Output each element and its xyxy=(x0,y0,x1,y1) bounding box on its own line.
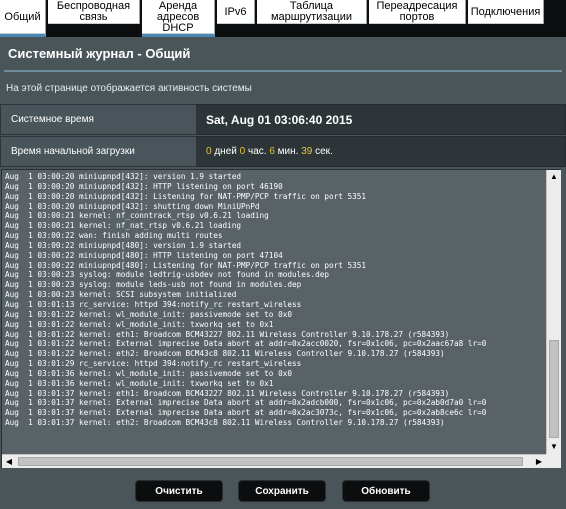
scroll-up-arrow-icon[interactable]: ▲ xyxy=(547,170,561,184)
scroll-left-arrow-icon[interactable]: ◀ xyxy=(2,455,16,468)
log-line: Aug 1 03:00:20 miniupnpd[432]: Listening… xyxy=(5,191,367,201)
log-line: Aug 1 03:00:23 syslog: module ledtrig-us… xyxy=(5,270,329,280)
system-time-value: Sat, Aug 01 03:06:40 2015 xyxy=(206,112,353,127)
scroll-down-arrow-icon[interactable]: ▼ xyxy=(547,440,561,454)
log-line: Aug 1 03:01:22 kernel: wl_module_init: t… xyxy=(5,319,274,329)
log-line: Aug 1 03:01:22 kernel: eth2: Broadcom BC… xyxy=(5,349,445,359)
tab-general[interactable]: Общий xyxy=(0,0,46,37)
page-description: На этой странице отображается активность… xyxy=(6,83,252,94)
tab-port-forwarding[interactable]: Переадресация портов xyxy=(369,0,466,24)
clear-button[interactable]: Очистить xyxy=(135,480,223,502)
uptime-label: Время начальной загрузки xyxy=(0,136,197,167)
log-line: Aug 1 03:00:20 miniupnpd[432]: version 1… xyxy=(5,172,242,181)
tab-wireless-label: Беспроводная связь xyxy=(56,0,131,23)
log-line: Aug 1 03:00:21 kernel: nf_conntrack_rtsp… xyxy=(5,211,269,221)
log-line: Aug 1 03:01:37 kernel: eth2: Broadcom BC… xyxy=(5,418,445,428)
uptime-row: Время начальной загрузки 0 дней 0 час. 6… xyxy=(0,136,566,167)
log-line: Aug 1 03:01:36 kernel: wl_module_init: p… xyxy=(5,368,292,378)
tab-ipv6[interactable]: IPv6 xyxy=(217,0,255,24)
uptime-seconds-unit: сек. xyxy=(315,146,333,157)
log-line: Aug 1 03:00:22 wan: finish adding multi … xyxy=(5,231,223,241)
uptime-minutes: 6 xyxy=(269,146,275,157)
horizontal-scrollbar[interactable]: ◀ ▶ xyxy=(2,454,546,468)
log-line: Aug 1 03:01:37 kernel: External imprecis… xyxy=(5,398,487,408)
scroll-right-arrow-icon[interactable]: ▶ xyxy=(532,455,546,468)
system-log-textarea[interactable]: Aug 1 03:00:20 miniupnpd[432]: version 1… xyxy=(1,169,561,468)
log-line: Aug 1 03:00:23 kernel: SCSI subsystem in… xyxy=(5,290,237,300)
uptime-minutes-unit: мин. xyxy=(277,146,299,157)
vertical-scroll-thumb[interactable] xyxy=(549,340,559,438)
uptime-hours: 0 xyxy=(239,146,246,157)
title-divider xyxy=(4,70,562,72)
log-line: Aug 1 03:00:22 miniupnpd[480]: HTTP list… xyxy=(5,250,283,260)
tab-ipv6-label: IPv6 xyxy=(224,5,247,18)
log-content[interactable]: Aug 1 03:00:20 miniupnpd[432]: version 1… xyxy=(5,172,542,452)
save-button[interactable]: Сохранить xyxy=(238,480,326,502)
log-line: Aug 1 03:01:29 rc_service: httpd 394:not… xyxy=(5,359,302,369)
log-line: Aug 1 03:00:20 miniupnpd[432]: HTTP list… xyxy=(5,181,283,191)
tab-connections[interactable]: Подключения xyxy=(468,0,544,24)
tab-dhcp-leases[interactable]: Аренда адресов DHCP xyxy=(142,0,215,37)
log-line: Aug 1 03:00:23 syslog: module leds-usb n… xyxy=(5,280,302,290)
log-line: Aug 1 03:01:22 kernel: External imprecis… xyxy=(5,339,487,349)
tab-general-label: Общий xyxy=(4,10,41,23)
log-line: Aug 1 03:01:22 kernel: wl_module_init: p… xyxy=(5,309,292,319)
refresh-button[interactable]: Обновить xyxy=(342,480,430,502)
tab-routing-table[interactable]: Таблица маршрутизации xyxy=(257,0,367,24)
tab-bar: Общий Беспроводная связь Аренда адресов … xyxy=(0,0,566,37)
log-line: Aug 1 03:01:13 rc_service: httpd 394:not… xyxy=(5,299,302,309)
log-line: Aug 1 03:00:21 kernel: nf_nat_rtsp v0.6.… xyxy=(5,221,242,231)
uptime-days: 0 xyxy=(206,146,212,157)
log-line: Aug 1 03:01:37 kernel: eth1: Broadcom BC… xyxy=(5,388,450,398)
log-line: Aug 1 03:01:37 kernel: External imprecis… xyxy=(5,408,487,418)
tab-routing-table-label: Таблица маршрутизации xyxy=(270,0,353,23)
log-line: Aug 1 03:01:22 kernel: eth1: Broadcom BC… xyxy=(5,329,450,339)
system-info-table: Системное время Sat, Aug 01 03:06:40 201… xyxy=(0,104,566,167)
vertical-scrollbar[interactable]: ▲ ▼ xyxy=(546,170,561,454)
uptime-days-unit: дней xyxy=(214,146,237,157)
system-time-label: Системное время xyxy=(0,104,197,135)
log-line: Aug 1 03:00:22 miniupnpd[480]: version 1… xyxy=(5,240,242,250)
system-time-row: Системное время Sat, Aug 01 03:06:40 201… xyxy=(0,104,566,135)
system-time-value-cell: Sat, Aug 01 03:06:40 2015 xyxy=(197,104,566,135)
tab-connections-label: Подключения xyxy=(470,5,541,18)
uptime-seconds: 39 xyxy=(301,146,313,157)
horizontal-scroll-thumb[interactable] xyxy=(18,457,523,466)
log-line: Aug 1 03:00:22 miniupnpd[480]: Listening… xyxy=(5,260,367,270)
tab-wireless[interactable]: Беспроводная связь xyxy=(48,0,140,24)
uptime-hours-unit: час. xyxy=(247,146,267,157)
uptime-value: 0 дней 0 час. 6 мин. 39 сек. xyxy=(197,136,566,167)
scrollbar-corner xyxy=(546,454,561,468)
log-line: Aug 1 03:01:36 kernel: wl_module_init: t… xyxy=(5,378,274,388)
log-line: Aug 1 03:00:20 miniupnpd[432]: shutting … xyxy=(5,201,260,211)
tab-dhcp-leases-label: Аренда адресов DHCP xyxy=(156,0,200,34)
page-title: Системный журнал - Общий xyxy=(8,46,191,61)
tab-port-forwarding-label: Переадресация портов xyxy=(376,0,458,23)
